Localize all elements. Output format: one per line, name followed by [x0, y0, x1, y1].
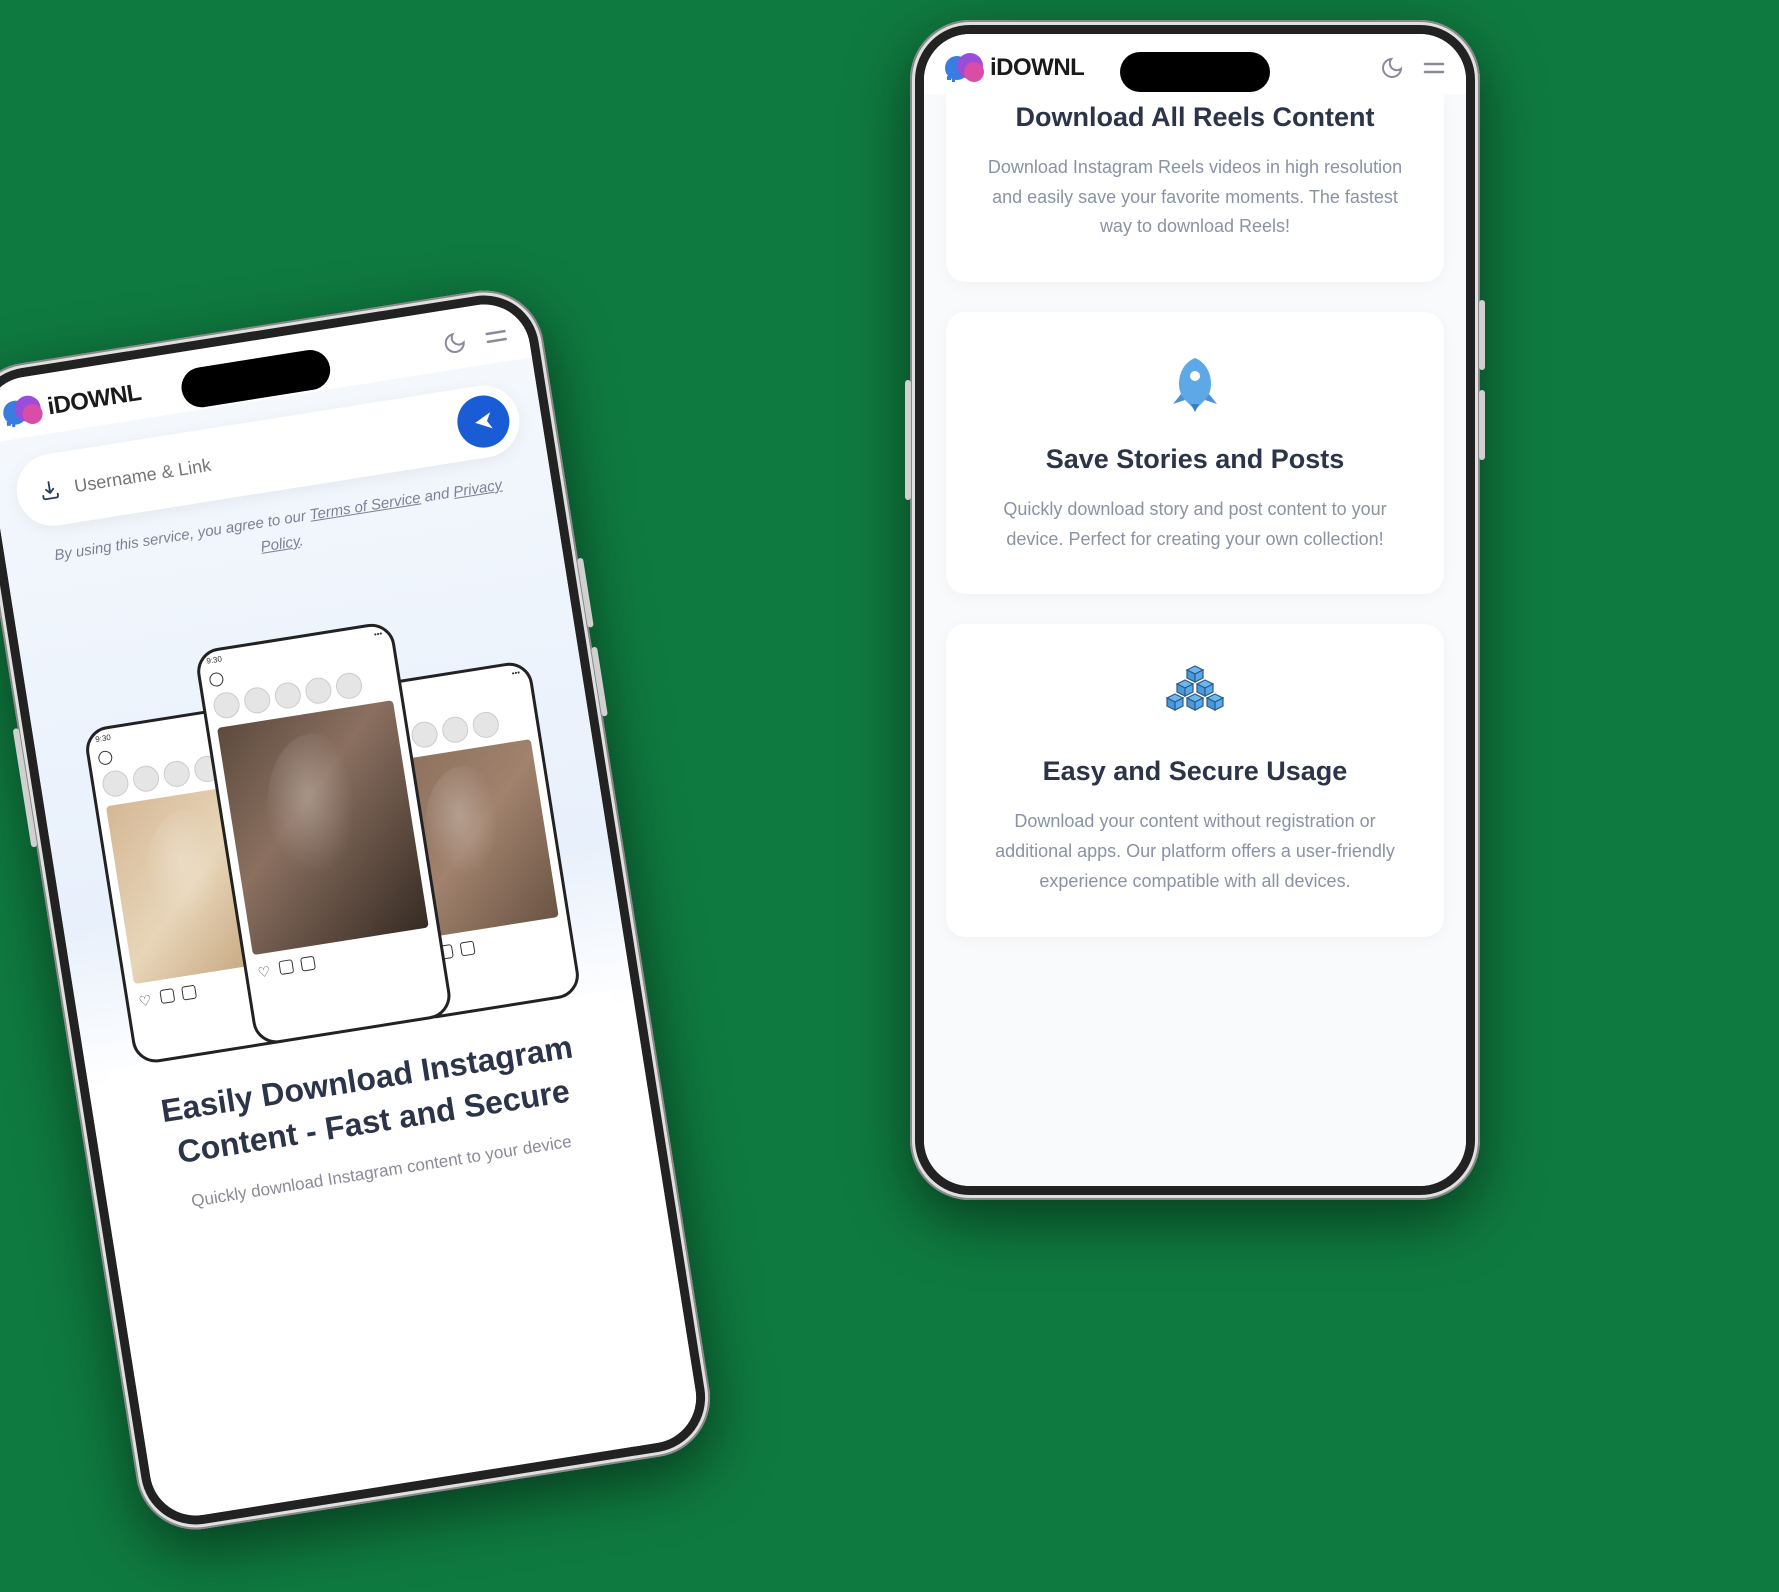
feature-title: Download All Reels Content — [974, 102, 1416, 133]
dark-mode-icon[interactable] — [1380, 56, 1404, 80]
rocket-icon — [1159, 348, 1231, 420]
mini-time: 9:30 — [206, 654, 223, 666]
phone-notch — [1120, 52, 1270, 92]
phone-mockup-right: iDOWNL Download All Reels Content Downlo… — [910, 20, 1480, 1200]
right-phone-content: Download All Reels Content Download Inst… — [924, 94, 1466, 1186]
feature-card-secure: Easy and Secure Usage Download your cont… — [946, 624, 1444, 936]
tos-link[interactable]: Terms of Service — [309, 489, 422, 523]
hero-illustration: 9:30••• 9:30••• 9:30••• — [43, 576, 610, 1070]
hamburger-menu-icon[interactable] — [1422, 56, 1446, 80]
feature-card-reels: Download All Reels Content Download Inst… — [946, 94, 1444, 282]
mini-time: 9:30 — [95, 733, 112, 745]
feature-description: Download your content without registrati… — [974, 807, 1416, 896]
logo-text: iDOWNL — [990, 54, 1084, 82]
power-button — [905, 380, 911, 500]
feature-description: Quickly download story and post content … — [974, 495, 1416, 554]
submit-button[interactable] — [454, 392, 513, 451]
header-actions — [1380, 56, 1446, 80]
left-phone-content: By using this service, you agree to our … — [0, 357, 703, 1522]
dark-mode-icon[interactable] — [441, 329, 468, 356]
volume-button — [1479, 300, 1485, 370]
logo-icon — [944, 50, 986, 86]
volume-button — [1479, 390, 1485, 460]
cubes-icon — [1159, 660, 1231, 732]
logo-icon — [0, 390, 47, 432]
phone-screen-right: iDOWNL Download All Reels Content Downlo… — [924, 34, 1466, 1186]
volume-button — [591, 647, 608, 717]
send-icon — [471, 409, 496, 434]
logo-text: iDOWNL — [46, 379, 144, 421]
hamburger-menu-icon[interactable] — [482, 323, 509, 350]
feature-card-stories: Save Stories and Posts Quickly download … — [946, 312, 1444, 594]
volume-button — [577, 558, 594, 628]
header-actions — [441, 323, 510, 357]
feature-description: Download Instagram Reels videos in high … — [974, 153, 1416, 242]
phone-mockup-left: iDOWNL By usi — [0, 282, 719, 1538]
feature-title: Easy and Secure Usage — [974, 756, 1416, 787]
app-logo[interactable]: iDOWNL — [944, 50, 1084, 86]
phone-screen-left: iDOWNL By usi — [0, 298, 703, 1522]
feature-title: Save Stories and Posts — [974, 444, 1416, 475]
